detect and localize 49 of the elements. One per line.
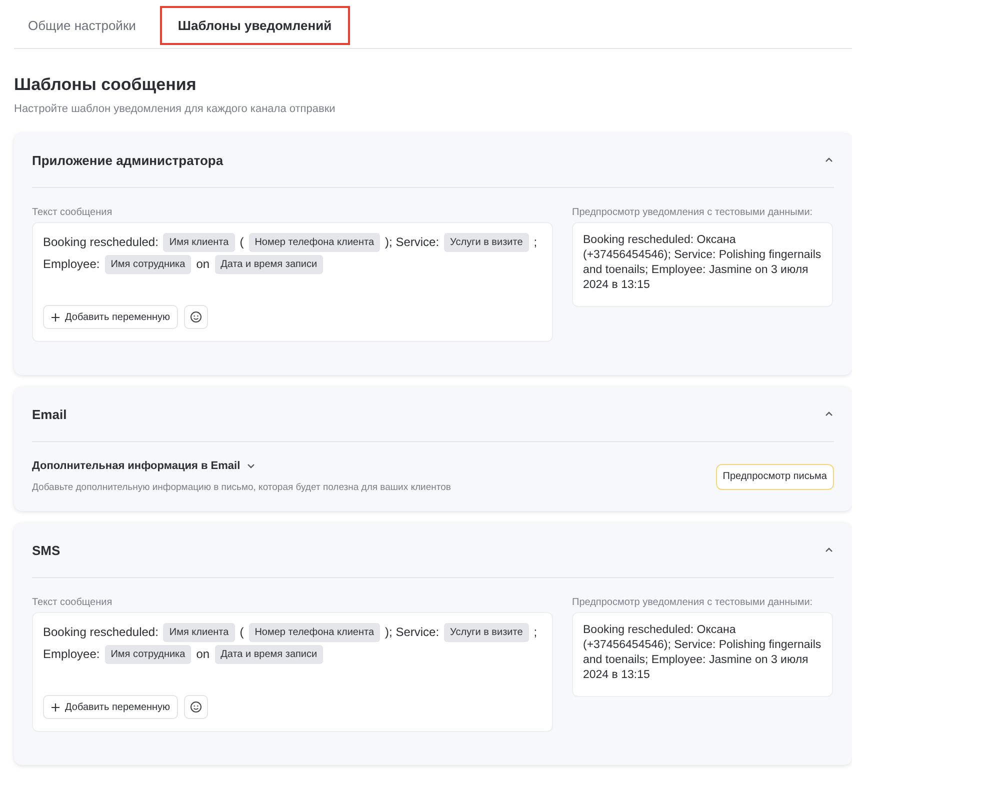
template-text: Booking rescheduled:: [43, 625, 158, 639]
smiley-icon: [190, 701, 202, 713]
template-text: ;: [534, 235, 538, 249]
editor-label: Текст сообщения: [32, 207, 114, 218]
section-title: Email: [32, 406, 67, 422]
add-variable-button[interactable]: Добавить переменную: [43, 695, 178, 719]
template-text: (: [240, 625, 244, 639]
template-text: ); Service:: [385, 235, 440, 249]
email-preview-button[interactable]: Предпросмотр письма: [716, 464, 834, 490]
page-subtitle: Настройте шаблон уведомления для каждого канала отправки: [14, 103, 336, 115]
variable-chip[interactable]: Имя клиента: [163, 232, 235, 252]
template-text: Booking rescheduled:: [43, 235, 158, 249]
message-editor[interactable]: Booking rescheduled: Имя клиента ( Номер телефона клиента ); Service: Услуги в визите ; Employee: Имя сотрудника on Дата и время записи Добавить переменную: [32, 612, 553, 732]
template-text: on: [196, 647, 210, 661]
chevron-icon: [246, 461, 256, 471]
emoji-button[interactable]: [184, 305, 208, 329]
variable-chip[interactable]: Имя клиента: [163, 622, 235, 642]
notification-preview: Booking rescheduled: Оксана (+37456454546); Service: Polishing fingernails and toenails; Employee: Jasmine on 3 июля 2024 в 13:15: [572, 612, 833, 697]
variable-chip[interactable]: Услуги в визите: [444, 232, 529, 252]
variable-chip[interactable]: Имя сотрудника: [104, 644, 192, 664]
smiley-icon: [190, 311, 202, 323]
variable-chip[interactable]: Номер телефона клиента: [248, 232, 380, 252]
plus-icon: [51, 702, 60, 712]
plus-icon: [51, 312, 60, 322]
tab[interactable]: Общие настройки: [16, 6, 154, 45]
preview-label: Предпросмотр уведомления с тестовыми данными:: [572, 597, 814, 608]
page-title: Шаблоны сообщения: [14, 75, 198, 95]
emoji-button[interactable]: [184, 695, 208, 719]
editor-label: Текст сообщения: [32, 597, 114, 608]
variable-chip[interactable]: Дата и время записи: [214, 644, 324, 664]
template-text: (: [240, 235, 244, 249]
additional-info-toggle[interactable]: Дополнительная информация в Email: [32, 460, 256, 472]
info-description: Добавьте дополнительную информацию в письмо, которая будет полезна для ваших клиентов: [32, 482, 451, 493]
template-text: Employee:: [43, 257, 100, 271]
template-text: on: [196, 257, 210, 271]
variable-chip[interactable]: Имя сотрудника: [104, 254, 192, 274]
variable-chip[interactable]: Номер телефона клиента: [248, 622, 380, 642]
section-title: SMS: [32, 542, 60, 558]
tab[interactable]: Шаблоны уведомлений: [160, 6, 350, 45]
variable-chip[interactable]: Дата и время записи: [214, 254, 324, 274]
notification-preview: Booking rescheduled: Оксана (+37456454546); Service: Polishing fingernails and toenails; Employee: Jasmine on 3 июля 2024 в 13:15: [572, 222, 833, 307]
template-text: Employee:: [43, 647, 100, 661]
preview-label: Предпросмотр уведомления с тестовыми данными:: [572, 207, 814, 218]
add-variable-button[interactable]: Добавить переменную: [43, 305, 178, 329]
template-text: ;: [534, 625, 538, 639]
template-text: ); Service:: [385, 625, 440, 639]
message-editor[interactable]: Booking rescheduled: Имя клиента ( Номер телефона клиента ); Service: Услуги в визите ; Employee: Имя сотрудника on Дата и время записи Добавить переменную: [32, 222, 553, 342]
section-title: Приложение администратора: [32, 152, 224, 168]
variable-chip[interactable]: Услуги в визите: [444, 622, 529, 642]
